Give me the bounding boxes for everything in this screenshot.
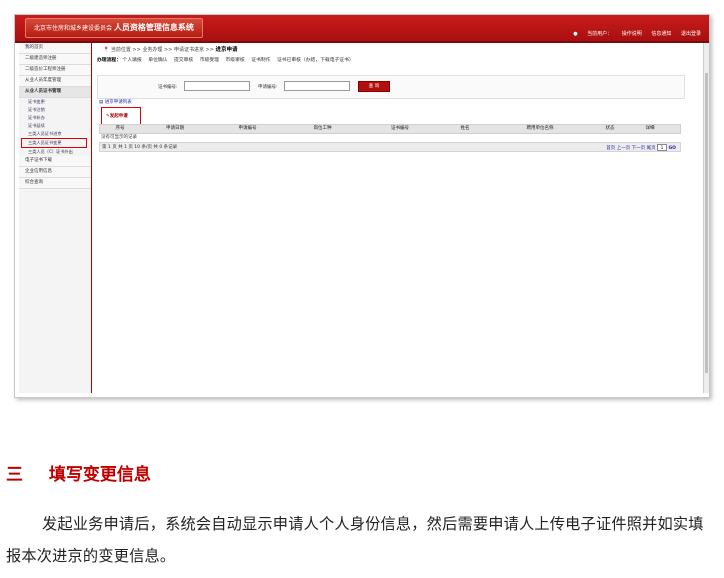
flow-step: 市级审核: [225, 58, 245, 63]
flow-label: 办理流程：: [97, 58, 121, 63]
sidebar-sub-cert-renew[interactable]: 证书延续: [19, 122, 91, 130]
sidebar-sub-three-class-c-out[interactable]: 三类人员〔C〕证书外出: [19, 148, 91, 156]
flow-step: 提交审核: [174, 58, 194, 63]
cert-number-label: 证书编号:: [158, 85, 178, 90]
sidebar-sub-three-class-enter-beijing[interactable]: 三类人员证书进京: [19, 130, 91, 138]
person-icon: ●: [573, 31, 578, 37]
page-number-input[interactable]: 1: [657, 144, 668, 151]
search-panel: 证书编号: 申请编号: 查 询: [97, 75, 685, 99]
col-detail: 详细: [645, 126, 655, 131]
page-scrollbar[interactable]: [703, 43, 709, 393]
flow-step: 证书已审核（办结，下载电子证书）: [276, 58, 354, 63]
help-link[interactable]: 操作说明: [622, 31, 642, 37]
logo-system-title: 人员资格管理信息系统: [113, 23, 194, 32]
location-icon: 📍: [103, 47, 110, 53]
col-employer: 聘用单位名称: [526, 126, 554, 131]
notice-link[interactable]: 信息通知: [651, 31, 671, 37]
pager-summary: 第 1 页 共 1 页 10 条/页 共 0 条记录: [102, 145, 178, 150]
apply-number-input[interactable]: [284, 81, 350, 91]
sidebar-section-cert-management[interactable]: 从业人员证书管理: [19, 87, 91, 98]
section-title: 填写变更信息: [48, 465, 151, 485]
flow-step: 市级受理: [199, 58, 219, 63]
cert-number-input[interactable]: [184, 81, 250, 91]
table-header: 序号 申请日期 申请编号 岗位工种 证书编号 姓名 聘用单位名称 状态 详细: [99, 124, 681, 134]
no-records-text: 没有可显示的记录: [101, 135, 137, 140]
current-user-label: 当前用户：: [587, 31, 613, 37]
sidebar-item-query[interactable]: 综合查询: [19, 178, 91, 189]
flow-step: 证书制作: [251, 58, 271, 63]
col-name: 姓名: [460, 126, 470, 131]
start-apply-highlight: ✎发起申请: [101, 107, 141, 125]
apply-table: 序号 申请日期 申请编号 岗位工种 证书编号 姓名 聘用单位名称 状态 详细 没…: [99, 124, 681, 152]
col-status: 状态: [605, 126, 615, 131]
sidebar-sub-three-class-change-highlighted[interactable]: 三类人员证书变更: [21, 138, 87, 148]
sidebar-item-constructor-register[interactable]: 二级建造师注册: [19, 54, 91, 65]
pager-controls: 首页 上一页 下一页 尾页 1 GO: [606, 144, 676, 151]
logout-link[interactable]: 退出登录: [681, 31, 701, 37]
header-links: ● 当前用户： 操作说明 信息通知 退出登录: [565, 30, 701, 37]
flow-step: 单位确认: [148, 58, 168, 63]
col-apply-number: 申请编号: [238, 126, 257, 131]
sidebar-item-home[interactable]: 我的首页: [19, 43, 91, 54]
start-apply-button[interactable]: ✎发起申请: [106, 113, 128, 119]
col-job-type: 岗位工种: [313, 126, 332, 131]
sidebar-item-cost-engineer-register[interactable]: 二级造价工程师注册: [19, 65, 91, 76]
section-number: 三: [6, 465, 23, 485]
go-button[interactable]: GO: [668, 146, 676, 151]
section-heading: 三 填写变更信息: [6, 460, 151, 485]
app-logo: 北京市住房和城乡建设委员会 人员资格管理信息系统: [25, 18, 203, 38]
breadcrumb-current: 进京申请: [215, 47, 238, 53]
scrollbar-thumb[interactable]: [705, 73, 708, 373]
sidebar-sub-cert-change[interactable]: 证书变更: [19, 98, 91, 106]
pagination: 第 1 页 共 1 页 10 条/页 共 0 条记录 首页 上一页 下一页 尾页…: [99, 142, 681, 152]
screenshot-frame: 北京市住房和城乡建设委员会 人员资格管理信息系统 ● 当前用户： 操作说明 信息…: [14, 14, 710, 398]
sidebar-sub-cert-cancel[interactable]: 证书注销: [19, 106, 91, 114]
main-content: 📍 当前位置 >> 业务办理 >> 申请证书进京 >> 进京申请 办理流程： 个…: [95, 43, 689, 393]
sidebar-sub-cert-reissue[interactable]: 证书补办: [19, 114, 91, 122]
breadcrumb-path: 当前位置 >> 业务办理 >> 申请证书进京 >>: [110, 47, 214, 53]
apply-number-label: 申请编号:: [258, 85, 278, 90]
pager-links[interactable]: 首页 上一页 下一页 尾页: [606, 146, 655, 151]
breadcrumb: 📍 当前位置 >> 业务办理 >> 申请证书进京 >> 进京申请: [103, 45, 238, 53]
sidebar-item-annual-management[interactable]: 从业人员年度管理: [19, 76, 91, 87]
process-flow: 办理流程： 个人填报 单位确认 提交审核 市级受理 市级审核 证书制作 证书已审…: [97, 56, 359, 63]
flow-step: 个人填报: [122, 58, 142, 63]
list-icon: ▤: [99, 100, 104, 105]
col-cert-number: 证书编号: [391, 126, 409, 131]
query-button[interactable]: 查 询: [358, 81, 390, 92]
col-index: 序号: [115, 126, 125, 131]
sidebar: 我的首页 二级建造师注册 二级造价工程师注册 从业人员年度管理 从业人员证书管理…: [19, 43, 92, 393]
app-header: 北京市住房和城乡建设委员会 人员资格管理信息系统 ● 当前用户： 操作说明 信息…: [15, 15, 709, 43]
logo-org-text: 北京市住房和城乡建设委员会: [34, 25, 113, 32]
sidebar-item-credit-info[interactable]: 企业信用信息: [19, 167, 91, 178]
body-paragraph: 发起业务申请后，系统会自动显示申请人个人身份信息，然后需要申请人上传电子证件照并…: [6, 515, 704, 565]
col-apply-date: 申请日期: [166, 126, 184, 131]
apply-list-link[interactable]: ▤ 进京申请列表: [99, 99, 132, 105]
sidebar-item-e-cert-download[interactable]: 电子证书下载: [19, 156, 91, 167]
